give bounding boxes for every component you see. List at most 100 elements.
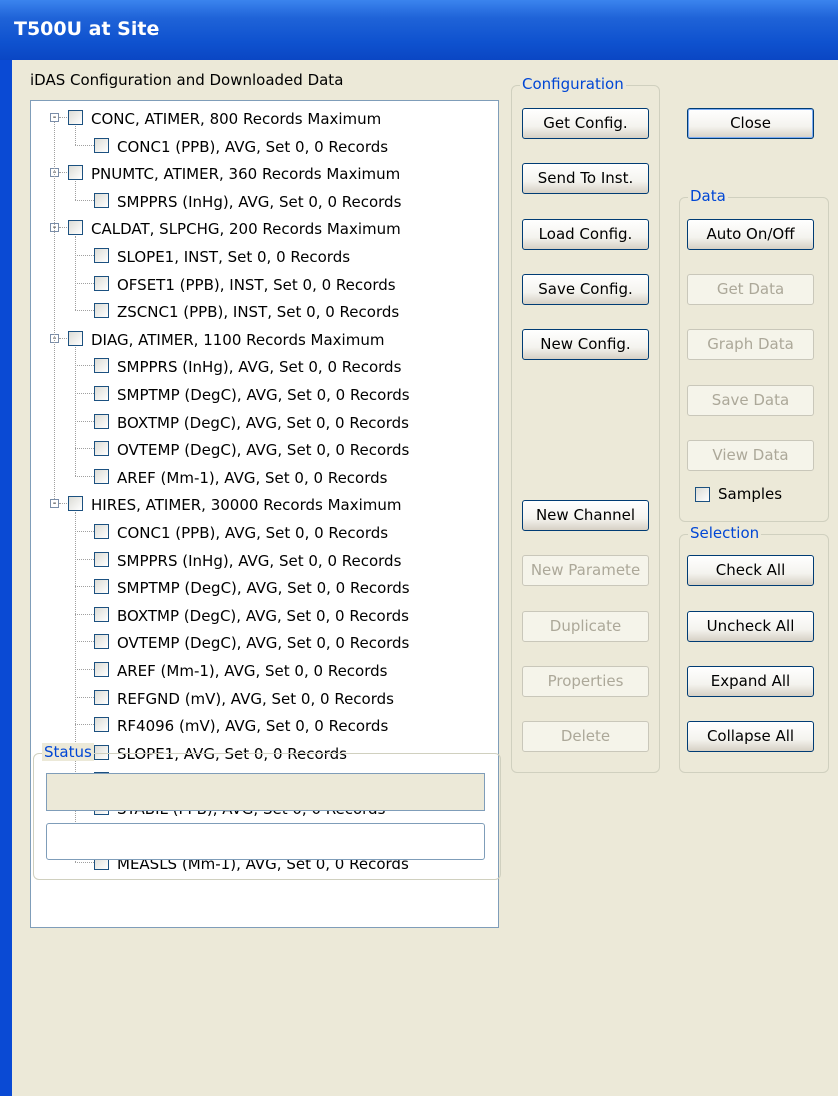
tree-connector-line bbox=[75, 696, 94, 698]
channel-checkbox[interactable] bbox=[68, 165, 83, 181]
tree-connector-line bbox=[59, 172, 67, 174]
channel-label: HIRES, ATIMER, 30000 Records Maximum bbox=[91, 496, 402, 515]
tree-connector-line bbox=[75, 448, 94, 450]
duplicate-button[interactable]: Duplicate bbox=[522, 611, 649, 642]
parameter-checkbox[interactable] bbox=[94, 137, 109, 153]
close-button[interactable]: Close bbox=[687, 108, 814, 139]
channel-label: DIAG, ATIMER, 1100 Records Maximum bbox=[91, 330, 385, 349]
tree-connector-line bbox=[75, 346, 76, 476]
tree-connector-line bbox=[75, 613, 94, 615]
parameter-checkbox[interactable] bbox=[94, 717, 109, 733]
collapse-all-button[interactable]: Collapse All bbox=[687, 721, 814, 752]
data-group-label: Data bbox=[688, 187, 728, 205]
tree-connector-line bbox=[75, 724, 94, 726]
parameter-checkbox[interactable] bbox=[94, 413, 109, 429]
save-data-button[interactable]: Save Data bbox=[687, 385, 814, 416]
parameter-label: CONC1 (PPB), AVG, Set 0, 0 Records bbox=[117, 524, 389, 542]
parameter-label: RF4096 (mV), AVG, Set 0, 0 Records bbox=[117, 717, 389, 736]
parameter-label: SMPTMP (DegC), AVG, Set 0, 0 Records bbox=[117, 386, 410, 404]
parameter-label: REFGND (mV), AVG, Set 0, 0 Records bbox=[117, 689, 394, 708]
expand-all-button[interactable]: Expand All bbox=[687, 666, 814, 697]
parameter-checkbox[interactable] bbox=[94, 551, 109, 567]
new-channel-button[interactable]: New Channel bbox=[522, 500, 649, 531]
parameter-label: CONC1 (PPB), AVG, Set 0, 0 Records bbox=[117, 137, 389, 156]
parameter-label: SMPPRS (InHg), AVG, Set 0, 0 Records bbox=[117, 358, 402, 377]
tree-connector-line bbox=[75, 255, 94, 256]
auto-on-off-button[interactable]: Auto On/Off bbox=[687, 219, 814, 250]
view-data-button[interactable]: View Data bbox=[687, 440, 814, 471]
parameter-label: AREF (Mm-1), AVG, Set 0, 0 Records bbox=[117, 468, 388, 487]
title-bar[interactable]: T500U at Site bbox=[0, 0, 838, 60]
tree-connector-line bbox=[75, 199, 94, 201]
channel-checkbox[interactable] bbox=[68, 110, 83, 125]
status-message-field bbox=[46, 773, 485, 811]
parameter-checkbox[interactable] bbox=[94, 579, 109, 595]
uncheck-all-button[interactable]: Uncheck All bbox=[687, 611, 814, 642]
tree-connector-line bbox=[75, 181, 76, 200]
parameter-checkbox[interactable] bbox=[94, 303, 109, 319]
graph-data-button[interactable]: Graph Data bbox=[687, 329, 814, 360]
parameter-label: BOXTMP (DegC), AVG, Set 0, 0 Records bbox=[117, 606, 409, 625]
tree-connector-line bbox=[75, 393, 94, 394]
parameter-label: OVTEMP (DegC), AVG, Set 0, 0 Records bbox=[117, 634, 410, 653]
parameter-checkbox[interactable] bbox=[94, 248, 109, 263]
parameter-checkbox[interactable] bbox=[94, 275, 109, 291]
get-data-button[interactable]: Get Data bbox=[687, 274, 814, 305]
parameter-label: SLOPE1, INST, Set 0, 0 Records bbox=[117, 248, 351, 266]
new-parameter-button[interactable]: New Paramete bbox=[522, 555, 649, 586]
tree-connector-line bbox=[75, 282, 94, 284]
samples-label: Samples bbox=[718, 485, 783, 503]
save-config-button[interactable]: Save Config. bbox=[522, 274, 649, 305]
channel-label: PNUMTC, ATIMER, 360 Records Maximum bbox=[91, 165, 401, 184]
status-progress-field bbox=[46, 823, 485, 860]
tree-connector-line bbox=[75, 236, 76, 311]
tree-connector-line bbox=[75, 144, 94, 146]
channel-checkbox[interactable] bbox=[68, 496, 83, 512]
tree-connector-line bbox=[75, 586, 94, 588]
parameter-label: SMPTMP (DegC), AVG, Set 0, 0 Records bbox=[117, 579, 410, 598]
tree-connector-line bbox=[75, 475, 94, 477]
tree-connector-line bbox=[59, 227, 67, 229]
tree-connector-line bbox=[75, 365, 94, 367]
parameter-checkbox[interactable] bbox=[94, 524, 109, 539]
parameter-checkbox[interactable] bbox=[94, 441, 109, 457]
parameter-checkbox[interactable] bbox=[94, 634, 109, 650]
send-to-inst-button[interactable]: Send To Inst. bbox=[522, 163, 649, 194]
get-config-button[interactable]: Get Config. bbox=[522, 108, 649, 139]
parameter-checkbox[interactable] bbox=[94, 192, 109, 208]
parameter-checkbox[interactable] bbox=[94, 358, 109, 374]
check-all-button[interactable]: Check All bbox=[687, 555, 814, 586]
expander-minus-icon[interactable]: - bbox=[50, 499, 59, 509]
tree-connector-line bbox=[75, 558, 94, 560]
tree-connector-line bbox=[75, 310, 94, 312]
tree-label: iDAS Configuration and Downloaded Data bbox=[30, 71, 344, 89]
parameter-checkbox[interactable] bbox=[94, 386, 109, 401]
status-group-label: Status bbox=[42, 743, 94, 761]
parameter-checkbox[interactable] bbox=[94, 606, 109, 622]
parameter-checkbox[interactable] bbox=[94, 468, 109, 484]
properties-button[interactable]: Properties bbox=[522, 666, 649, 697]
parameter-checkbox[interactable] bbox=[94, 662, 109, 677]
selection-group-label: Selection bbox=[688, 524, 762, 542]
parameter-label: BOXTMP (DegC), AVG, Set 0, 0 Records bbox=[117, 413, 409, 432]
tree-connector-line bbox=[59, 503, 67, 505]
samples-checkbox[interactable] bbox=[695, 487, 710, 502]
channel-checkbox[interactable] bbox=[68, 220, 83, 236]
parameter-label: OFSET1 (PPB), INST, Set 0, 0 Records bbox=[117, 275, 396, 294]
tree-connector-line bbox=[59, 117, 67, 118]
expander-minus-icon[interactable]: - bbox=[50, 113, 59, 123]
tree-connector-line bbox=[75, 126, 76, 145]
tree-connector-line bbox=[54, 122, 55, 500]
tree-connector-line bbox=[75, 420, 94, 422]
delete-button[interactable]: Delete bbox=[522, 721, 649, 752]
new-config-button[interactable]: New Config. bbox=[522, 329, 649, 360]
channel-checkbox[interactable] bbox=[68, 330, 83, 346]
parameter-label: SMPPRS (InHg), AVG, Set 0, 0 Records bbox=[117, 192, 402, 211]
channel-label: CONC, ATIMER, 800 Records Maximum bbox=[91, 110, 382, 128]
tree-connector-line bbox=[59, 337, 67, 339]
parameter-checkbox[interactable] bbox=[94, 689, 109, 705]
parameter-label: SMPPRS (InHg), AVG, Set 0, 0 Records bbox=[117, 551, 402, 570]
tree-connector-line bbox=[75, 641, 94, 643]
load-config-button[interactable]: Load Config. bbox=[522, 219, 649, 250]
channel-label: CALDAT, SLPCHG, 200 Records Maximum bbox=[91, 220, 401, 239]
